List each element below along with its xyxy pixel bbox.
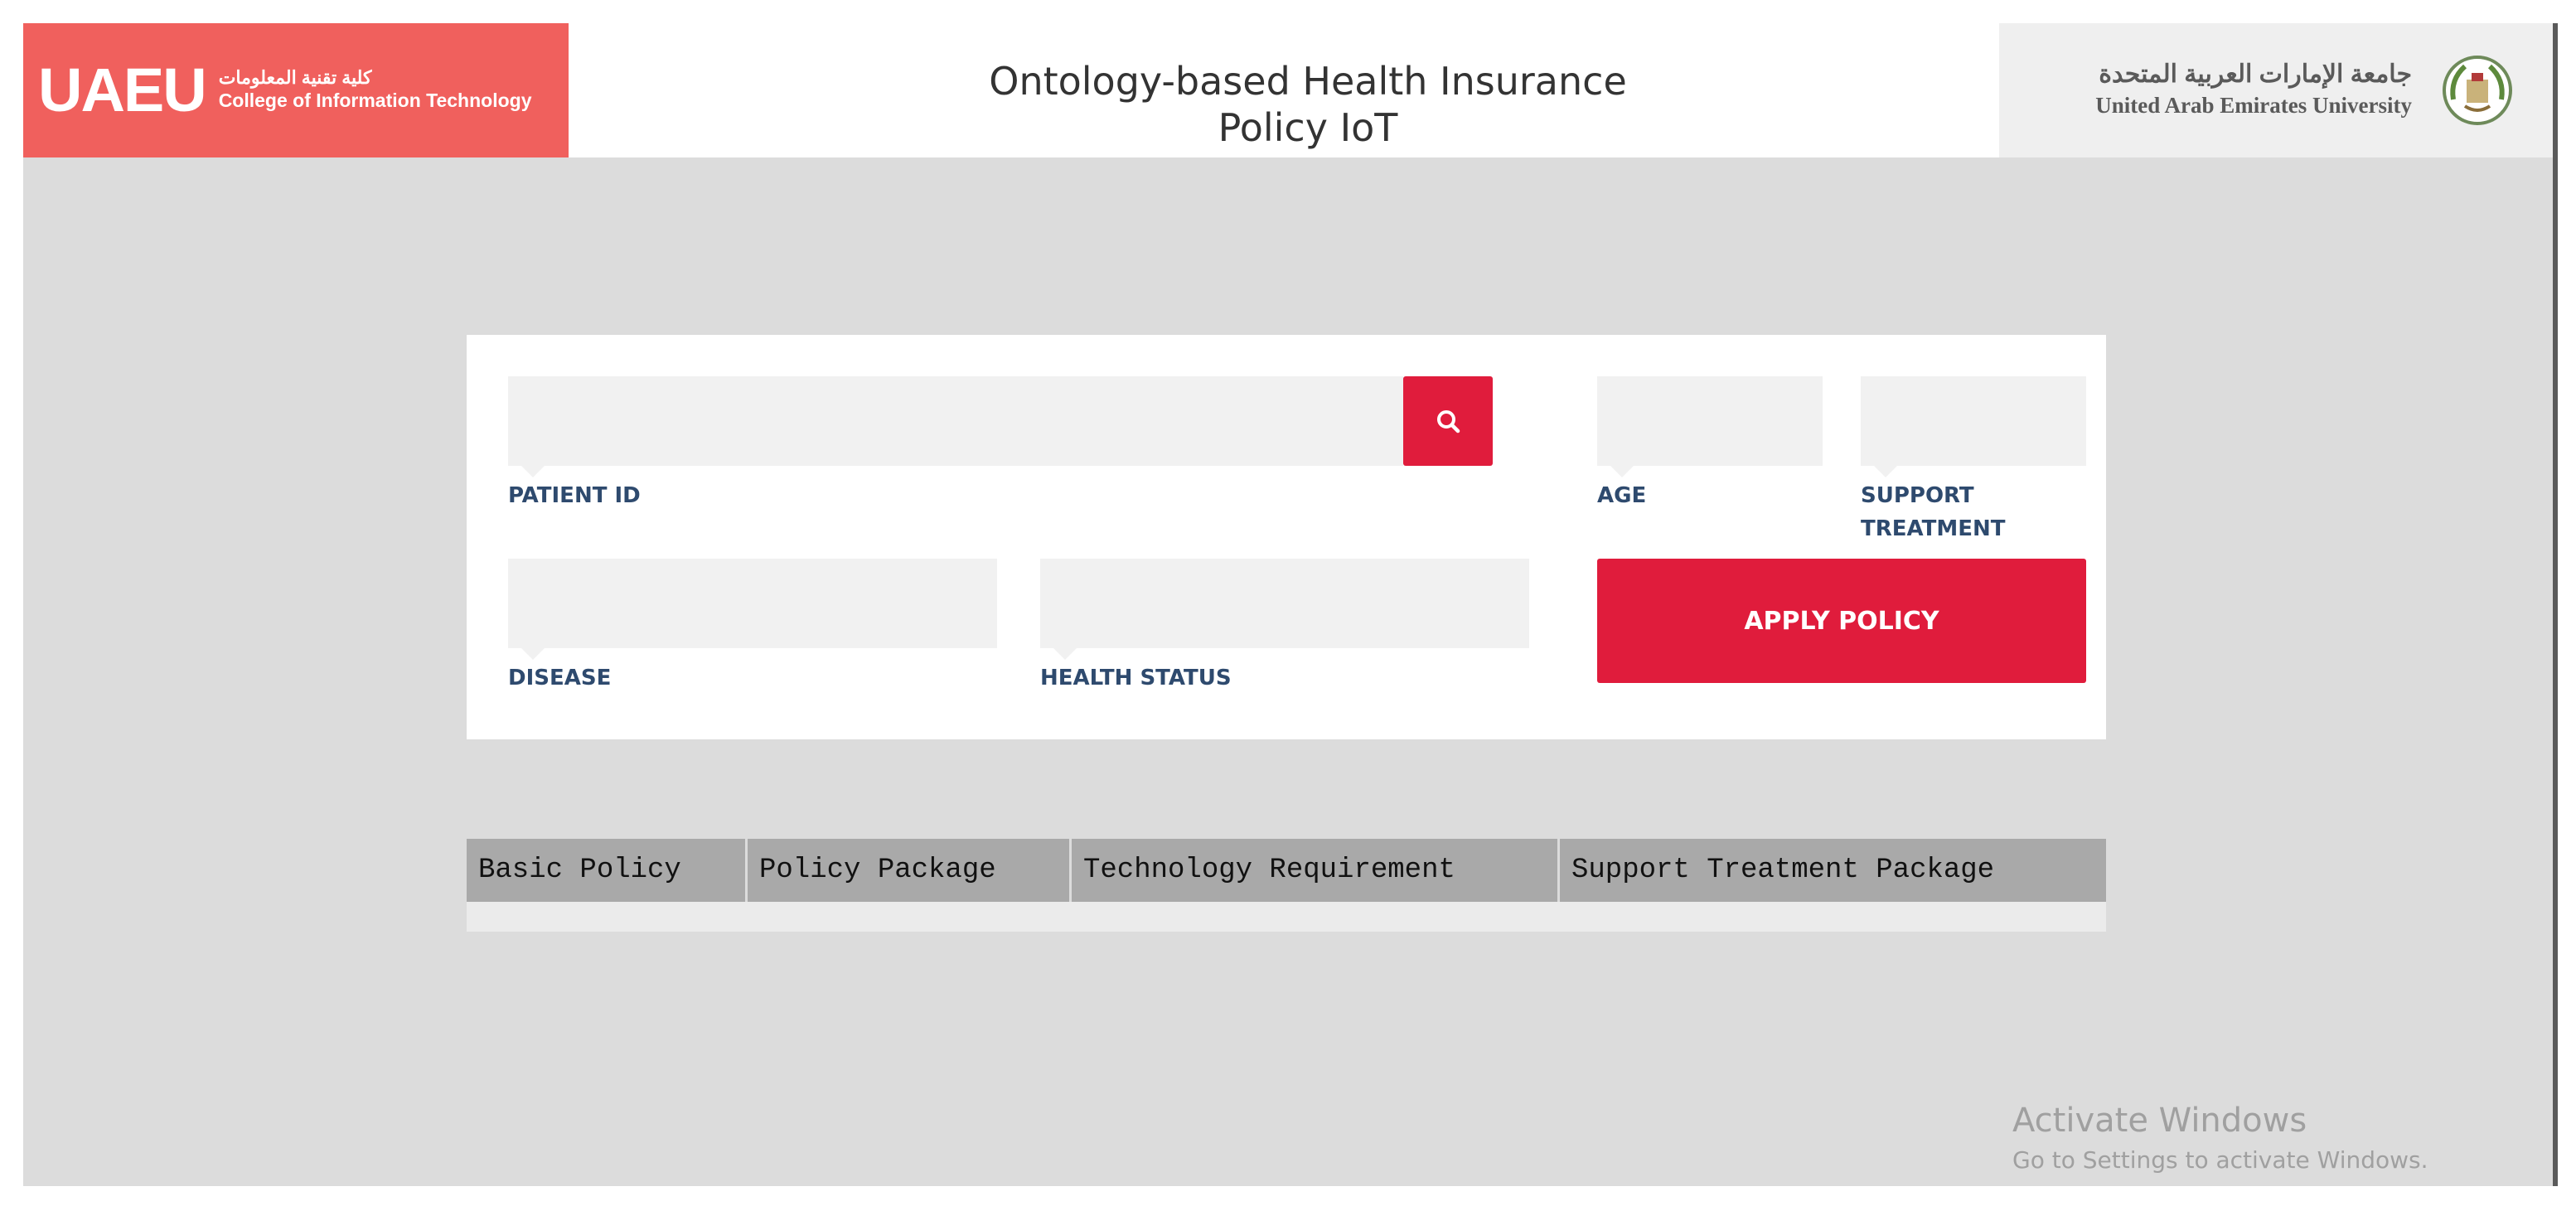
column-header-technology-requirement: Technology Requirement (1070, 839, 1560, 902)
results-table: Basic Policy Policy Package Technology R… (467, 839, 2106, 932)
table-cell (1070, 902, 1559, 932)
disease-input[interactable] (508, 559, 997, 648)
university-emblem-icon (2443, 56, 2512, 125)
patient-id-field-wrapper (508, 376, 1403, 477)
support-treatment-label-line2: TREATMENT (1861, 516, 2006, 541)
college-english-name: College of Information Technology (218, 90, 532, 112)
activate-windows-watermark: Activate Windows Go to Settings to activ… (2012, 1101, 2428, 1180)
disease-field-wrapper (508, 559, 997, 660)
age-field-wrapper (1597, 376, 1823, 477)
table-cell (746, 902, 1071, 932)
health-status-input[interactable] (1040, 559, 1529, 648)
column-header-policy-package: Policy Package (746, 839, 1072, 902)
header: UAEU كلية تقنية المعلومات College of Inf… (23, 23, 2553, 157)
search-icon (1437, 410, 1460, 433)
patient-id-input[interactable] (508, 376, 1403, 466)
column-header-basic-policy: Basic Policy (467, 839, 748, 902)
university-logo: جامعة الإمارات العربية المتحدة United Ar… (1999, 23, 2553, 157)
column-header-support-treatment-package: Support Treatment Package (1558, 839, 2106, 902)
page-title-line1: Ontology-based Health Insurance (989, 59, 1627, 104)
age-label: AGE (1597, 483, 1647, 508)
app-window: UAEU كلية تقنية المعلومات College of Inf… (23, 23, 2553, 1186)
page-title-line2: Policy IoT (1218, 105, 1398, 150)
apply-policy-button[interactable]: APPLY POLICY (1597, 559, 2086, 683)
university-english-name: United Arab Emirates University (2095, 93, 2412, 118)
age-input[interactable] (1597, 376, 1823, 466)
health-status-label: HEALTH STATUS (1040, 666, 1232, 690)
support-treatment-label-line1: SUPPORT (1861, 483, 1974, 508)
university-arabic-name: جامعة الإمارات العربية المتحدة (2099, 61, 2412, 88)
college-logo: UAEU كلية تقنية المعلومات College of Inf… (23, 23, 569, 157)
table-header-row: Basic Policy Policy Package Technology R… (467, 839, 2106, 902)
support-treatment-field-wrapper (1861, 376, 2086, 477)
support-treatment-label: SUPPORT TREATMENT (1861, 479, 2005, 545)
table-row (467, 902, 2106, 932)
health-status-field-wrapper (1040, 559, 1529, 660)
window-edge (2553, 23, 2558, 1186)
uaeu-logo-mark: UAEU (38, 56, 207, 124)
search-button[interactable] (1403, 376, 1493, 466)
watermark-subtitle: Go to Settings to activate Windows. (2012, 1146, 2428, 1174)
policy-form-card: PATIENT ID AGE SUPPORT TREATMENT DISEASE… (467, 335, 2106, 739)
college-arabic-name: كلية تقنية المعلومات (218, 66, 372, 88)
disease-label: DISEASE (508, 666, 612, 690)
table-cell (1558, 902, 2106, 932)
patient-id-label: PATIENT ID (508, 483, 641, 508)
page-title: Ontology-based Health Insurance Policy I… (769, 58, 1847, 151)
support-treatment-input[interactable] (1861, 376, 2086, 466)
table-cell (467, 902, 747, 932)
watermark-title: Activate Windows (2012, 1102, 2307, 1140)
